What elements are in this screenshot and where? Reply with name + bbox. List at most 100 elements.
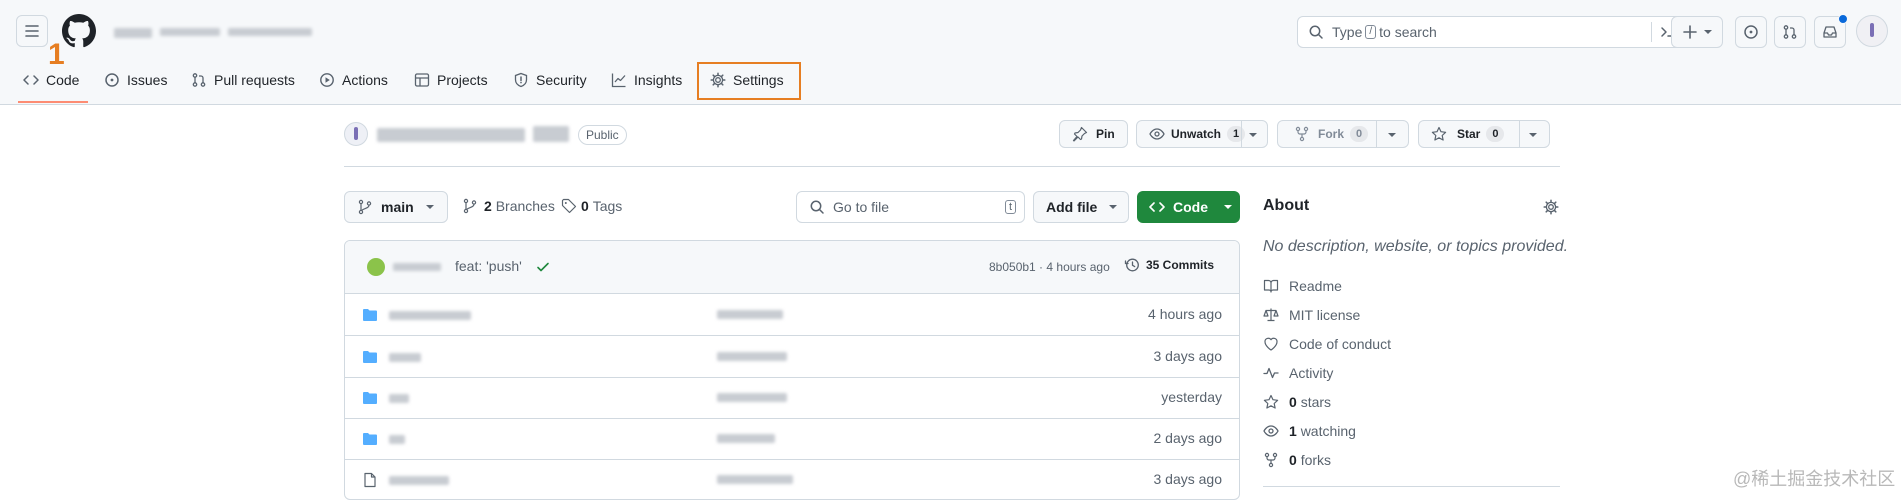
search-input[interactable]: Type / to search xyxy=(1297,16,1687,48)
unwatch-button[interactable]: Unwatch 1 xyxy=(1136,120,1268,148)
file-updated-time[interactable]: 3 days ago xyxy=(1154,471,1223,487)
fork-label: Fork xyxy=(1318,127,1345,141)
issues-button[interactable] xyxy=(1735,16,1767,48)
search-placeholder-text: Type xyxy=(1332,24,1363,40)
visibility-badge: Public xyxy=(578,125,627,145)
about-activity[interactable]: Activity xyxy=(1263,363,1333,383)
file-list: feat: 'push' 8b050b1 · 4 hours ago 35 Co… xyxy=(344,240,1240,500)
search-icon xyxy=(810,200,824,214)
search-shortcut-key: / xyxy=(1365,25,1377,39)
file-row[interactable]: 2 days ago xyxy=(345,418,1239,460)
hamburger-icon xyxy=(25,25,39,37)
tab-security[interactable]: Security xyxy=(513,62,587,98)
tab-label: Pull requests xyxy=(214,72,295,88)
forks-count: 0 xyxy=(1289,452,1297,468)
commit-message[interactable]: feat: 'push' xyxy=(455,258,522,274)
tab-label: Projects xyxy=(437,72,488,88)
about-watching[interactable]: 1 watching xyxy=(1263,421,1356,441)
git-branch-icon xyxy=(358,199,372,215)
history-icon xyxy=(1124,258,1139,272)
tab-actions[interactable]: Actions xyxy=(319,62,388,98)
go-to-file-placeholder: Go to file xyxy=(833,199,890,215)
repo-owner-avatar[interactable] xyxy=(344,122,368,146)
search-icon xyxy=(1309,25,1323,39)
go-to-file-input[interactable]: Go to file t xyxy=(796,191,1025,223)
tab-label: Security xyxy=(536,72,587,88)
star-button[interactable]: Star 0 xyxy=(1418,120,1550,148)
about-item-label: Activity xyxy=(1289,365,1334,381)
file-row[interactable]: yesterday xyxy=(345,377,1239,419)
about-heading: About xyxy=(1263,197,1310,214)
tab-projects[interactable]: Projects xyxy=(414,62,488,98)
about-stars[interactable]: 0 stars xyxy=(1263,392,1331,412)
create-new-button[interactable] xyxy=(1671,16,1723,48)
about-license[interactable]: MIT license xyxy=(1263,305,1360,325)
commit-author-avatar[interactable] xyxy=(367,258,385,276)
file-row[interactable]: 3 days ago xyxy=(345,336,1239,378)
git-pull-request-icon xyxy=(1783,25,1797,39)
tab-label: Issues xyxy=(127,72,168,88)
inbox-icon xyxy=(1823,26,1837,38)
file-updated-time[interactable]: yesterday xyxy=(1161,389,1222,405)
about-code-of-conduct[interactable]: Code of conduct xyxy=(1263,334,1391,354)
eye-icon xyxy=(1149,128,1165,140)
git-pull-request-icon xyxy=(192,73,206,87)
table-icon xyxy=(414,73,430,87)
code-icon xyxy=(23,75,39,85)
triangle-down-icon xyxy=(425,205,434,209)
fork-count: 0 xyxy=(1350,126,1369,142)
file-row[interactable]: 3 days ago xyxy=(345,459,1239,499)
file-updated-time[interactable]: 2 days ago xyxy=(1154,430,1223,446)
about-item-label: Code of conduct xyxy=(1289,336,1391,352)
add-file-button[interactable]: Add file xyxy=(1033,191,1129,223)
about-forks[interactable]: 0 forks xyxy=(1263,450,1331,470)
about-description: No description, website, or topics provi… xyxy=(1263,238,1569,255)
file-icon xyxy=(364,472,376,488)
unwatch-label: Unwatch xyxy=(1171,127,1222,141)
about-readme[interactable]: Readme xyxy=(1263,276,1342,296)
triangle-down-icon xyxy=(1249,133,1257,137)
about-item-label: MIT license xyxy=(1289,307,1361,323)
tab-label: Actions xyxy=(342,72,388,88)
tags-label: Tags xyxy=(592,198,623,214)
triangle-down-icon xyxy=(1704,30,1712,34)
tab-issues[interactable]: Issues xyxy=(104,62,167,98)
avatar[interactable] xyxy=(1856,15,1888,47)
menu-button[interactable] xyxy=(16,15,48,47)
branch-selector[interactable]: main xyxy=(344,191,448,223)
gear-icon[interactable] xyxy=(1543,199,1559,215)
pin-button[interactable]: Pin xyxy=(1059,120,1128,148)
commit-hash-time[interactable]: 8b050b1 · 4 hours ago xyxy=(989,260,1110,274)
heart-icon xyxy=(1264,337,1278,351)
triangle-down-icon xyxy=(1109,205,1118,209)
issue-opened-icon xyxy=(105,73,119,87)
pull-requests-button[interactable] xyxy=(1774,16,1806,48)
file-updated-time[interactable]: 4 hours ago xyxy=(1148,306,1222,322)
code-dropdown-button[interactable]: Code xyxy=(1137,191,1240,223)
star-count: 0 xyxy=(1486,126,1505,142)
branches-count: 2 xyxy=(484,198,492,214)
branches-link[interactable]: 2 Branches xyxy=(462,198,555,214)
settings-highlight-box xyxy=(697,62,801,100)
code-button-label: Code xyxy=(1173,199,1208,215)
tab-code[interactable]: Code xyxy=(23,62,79,98)
stars-count: 0 xyxy=(1289,394,1297,410)
fork-button[interactable]: Fork 0 xyxy=(1277,120,1409,148)
add-file-label: Add file xyxy=(1046,199,1098,215)
inbox-button[interactable] xyxy=(1814,14,1848,48)
go-to-file-shortcut: t xyxy=(1004,200,1016,214)
github-logo-icon[interactable] xyxy=(62,14,96,48)
file-row[interactable]: 4 hours ago xyxy=(345,294,1239,336)
repo-header-divider xyxy=(344,166,1560,167)
check-icon[interactable] xyxy=(535,259,551,275)
star-icon xyxy=(1431,126,1447,141)
tab-insights[interactable]: Insights xyxy=(611,62,682,98)
active-tab-indicator xyxy=(18,101,88,103)
commits-link[interactable]: 35 Commits xyxy=(1124,257,1214,273)
file-updated-time[interactable]: 3 days ago xyxy=(1154,348,1223,364)
star-icon xyxy=(1263,394,1279,409)
tags-link[interactable]: 0 Tags xyxy=(561,198,622,214)
folder-icon xyxy=(363,433,377,445)
tab-pull-requests[interactable]: Pull requests xyxy=(191,62,295,98)
watching-count: 1 xyxy=(1289,423,1297,439)
